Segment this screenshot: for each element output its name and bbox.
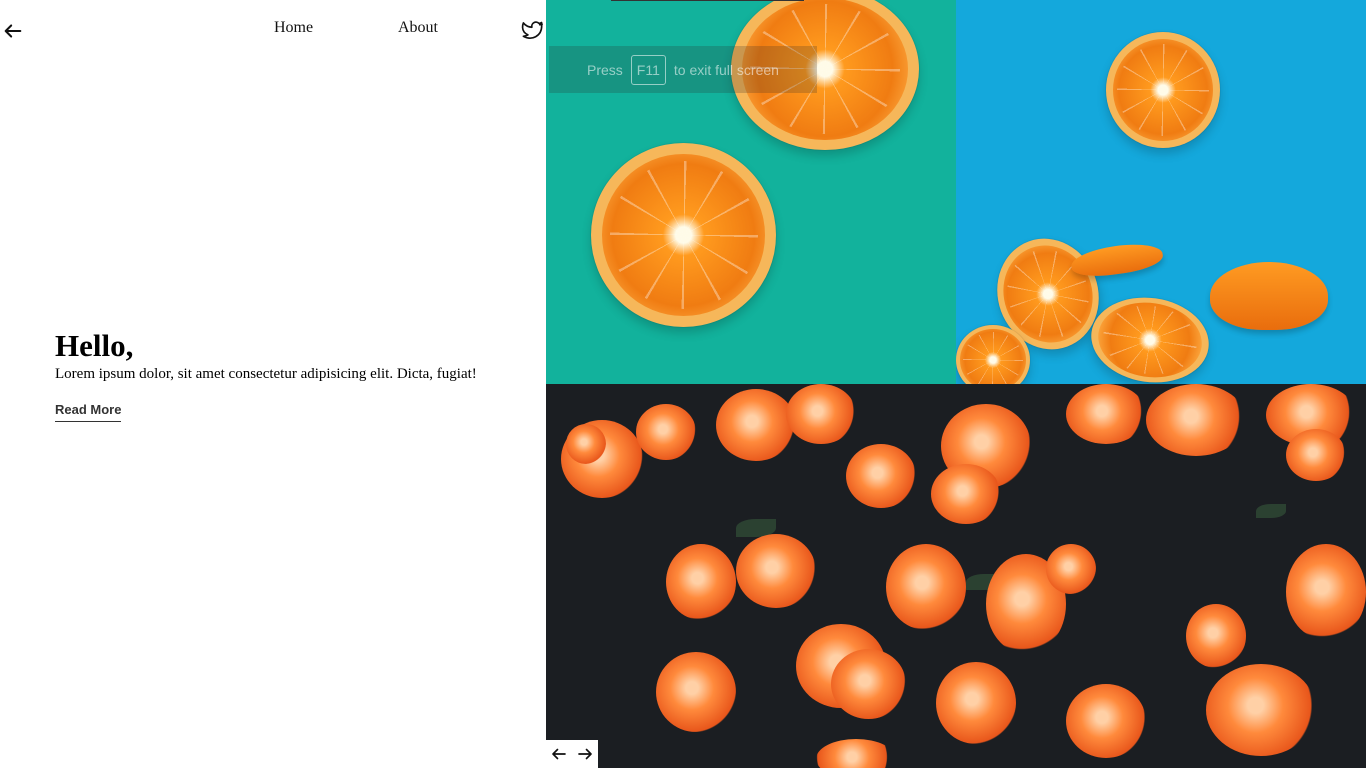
marigold-flower (716, 389, 796, 461)
nav-home-link[interactable]: Home (274, 19, 313, 37)
image-tile-marigolds (546, 384, 1366, 768)
marigold-flower (936, 662, 1016, 744)
marigold-flower (846, 444, 916, 508)
slider-controls (546, 740, 598, 768)
marigold-flower (886, 544, 966, 630)
orange-slice-image (591, 143, 776, 327)
toast-key-badge: F11 (630, 54, 666, 85)
hero-body: Lorem ipsum dolor, sit amet consectetur … (55, 366, 477, 382)
marigold-flower (636, 404, 696, 460)
marigold-flower (1286, 544, 1366, 640)
orange-half-image (1210, 262, 1328, 330)
read-more-link[interactable]: Read More (55, 402, 122, 422)
image-tile-oranges-blue (956, 0, 1366, 384)
marigold-flower (566, 424, 606, 464)
nav-about-link[interactable]: About (398, 19, 438, 37)
marigold-flower (831, 649, 906, 719)
toast-message-text: to exit full screen (673, 61, 779, 78)
leaf-shape (1256, 504, 1286, 518)
marigold-flower (1186, 604, 1246, 668)
orange-half-image (1069, 239, 1165, 281)
marigold-flower (931, 464, 1001, 524)
marigold-flower (1146, 384, 1246, 456)
hero-title: Hello, (55, 328, 134, 363)
back-arrow-icon[interactable] (2, 20, 24, 42)
toast-press-text: Press (587, 61, 623, 78)
marigold-flower (736, 534, 816, 608)
next-arrow-icon[interactable] (576, 745, 594, 763)
top-edge-line (611, 0, 804, 1)
prev-arrow-icon[interactable] (550, 745, 568, 763)
marigold-flower (786, 384, 856, 444)
marigold-flower (656, 652, 736, 732)
hero-section: Hello, Lorem ipsum dolor, sit amet conse… (55, 327, 495, 422)
twitter-icon[interactable] (521, 20, 545, 42)
fullscreen-toast: Press F11 to exit full screen (549, 46, 817, 93)
marigold-flower (816, 739, 896, 768)
marigold-flower (1286, 429, 1346, 481)
left-panel: Home About Hello, Lorem ipsum dolor, sit… (0, 0, 546, 768)
marigold-flower (1066, 684, 1146, 758)
orange-slice-image (1085, 290, 1215, 384)
marigold-flower (1046, 544, 1096, 594)
marigold-flower (1206, 664, 1316, 756)
marigold-flower (666, 544, 736, 620)
marigold-flower (1066, 384, 1146, 444)
orange-slice-image (1106, 32, 1220, 148)
